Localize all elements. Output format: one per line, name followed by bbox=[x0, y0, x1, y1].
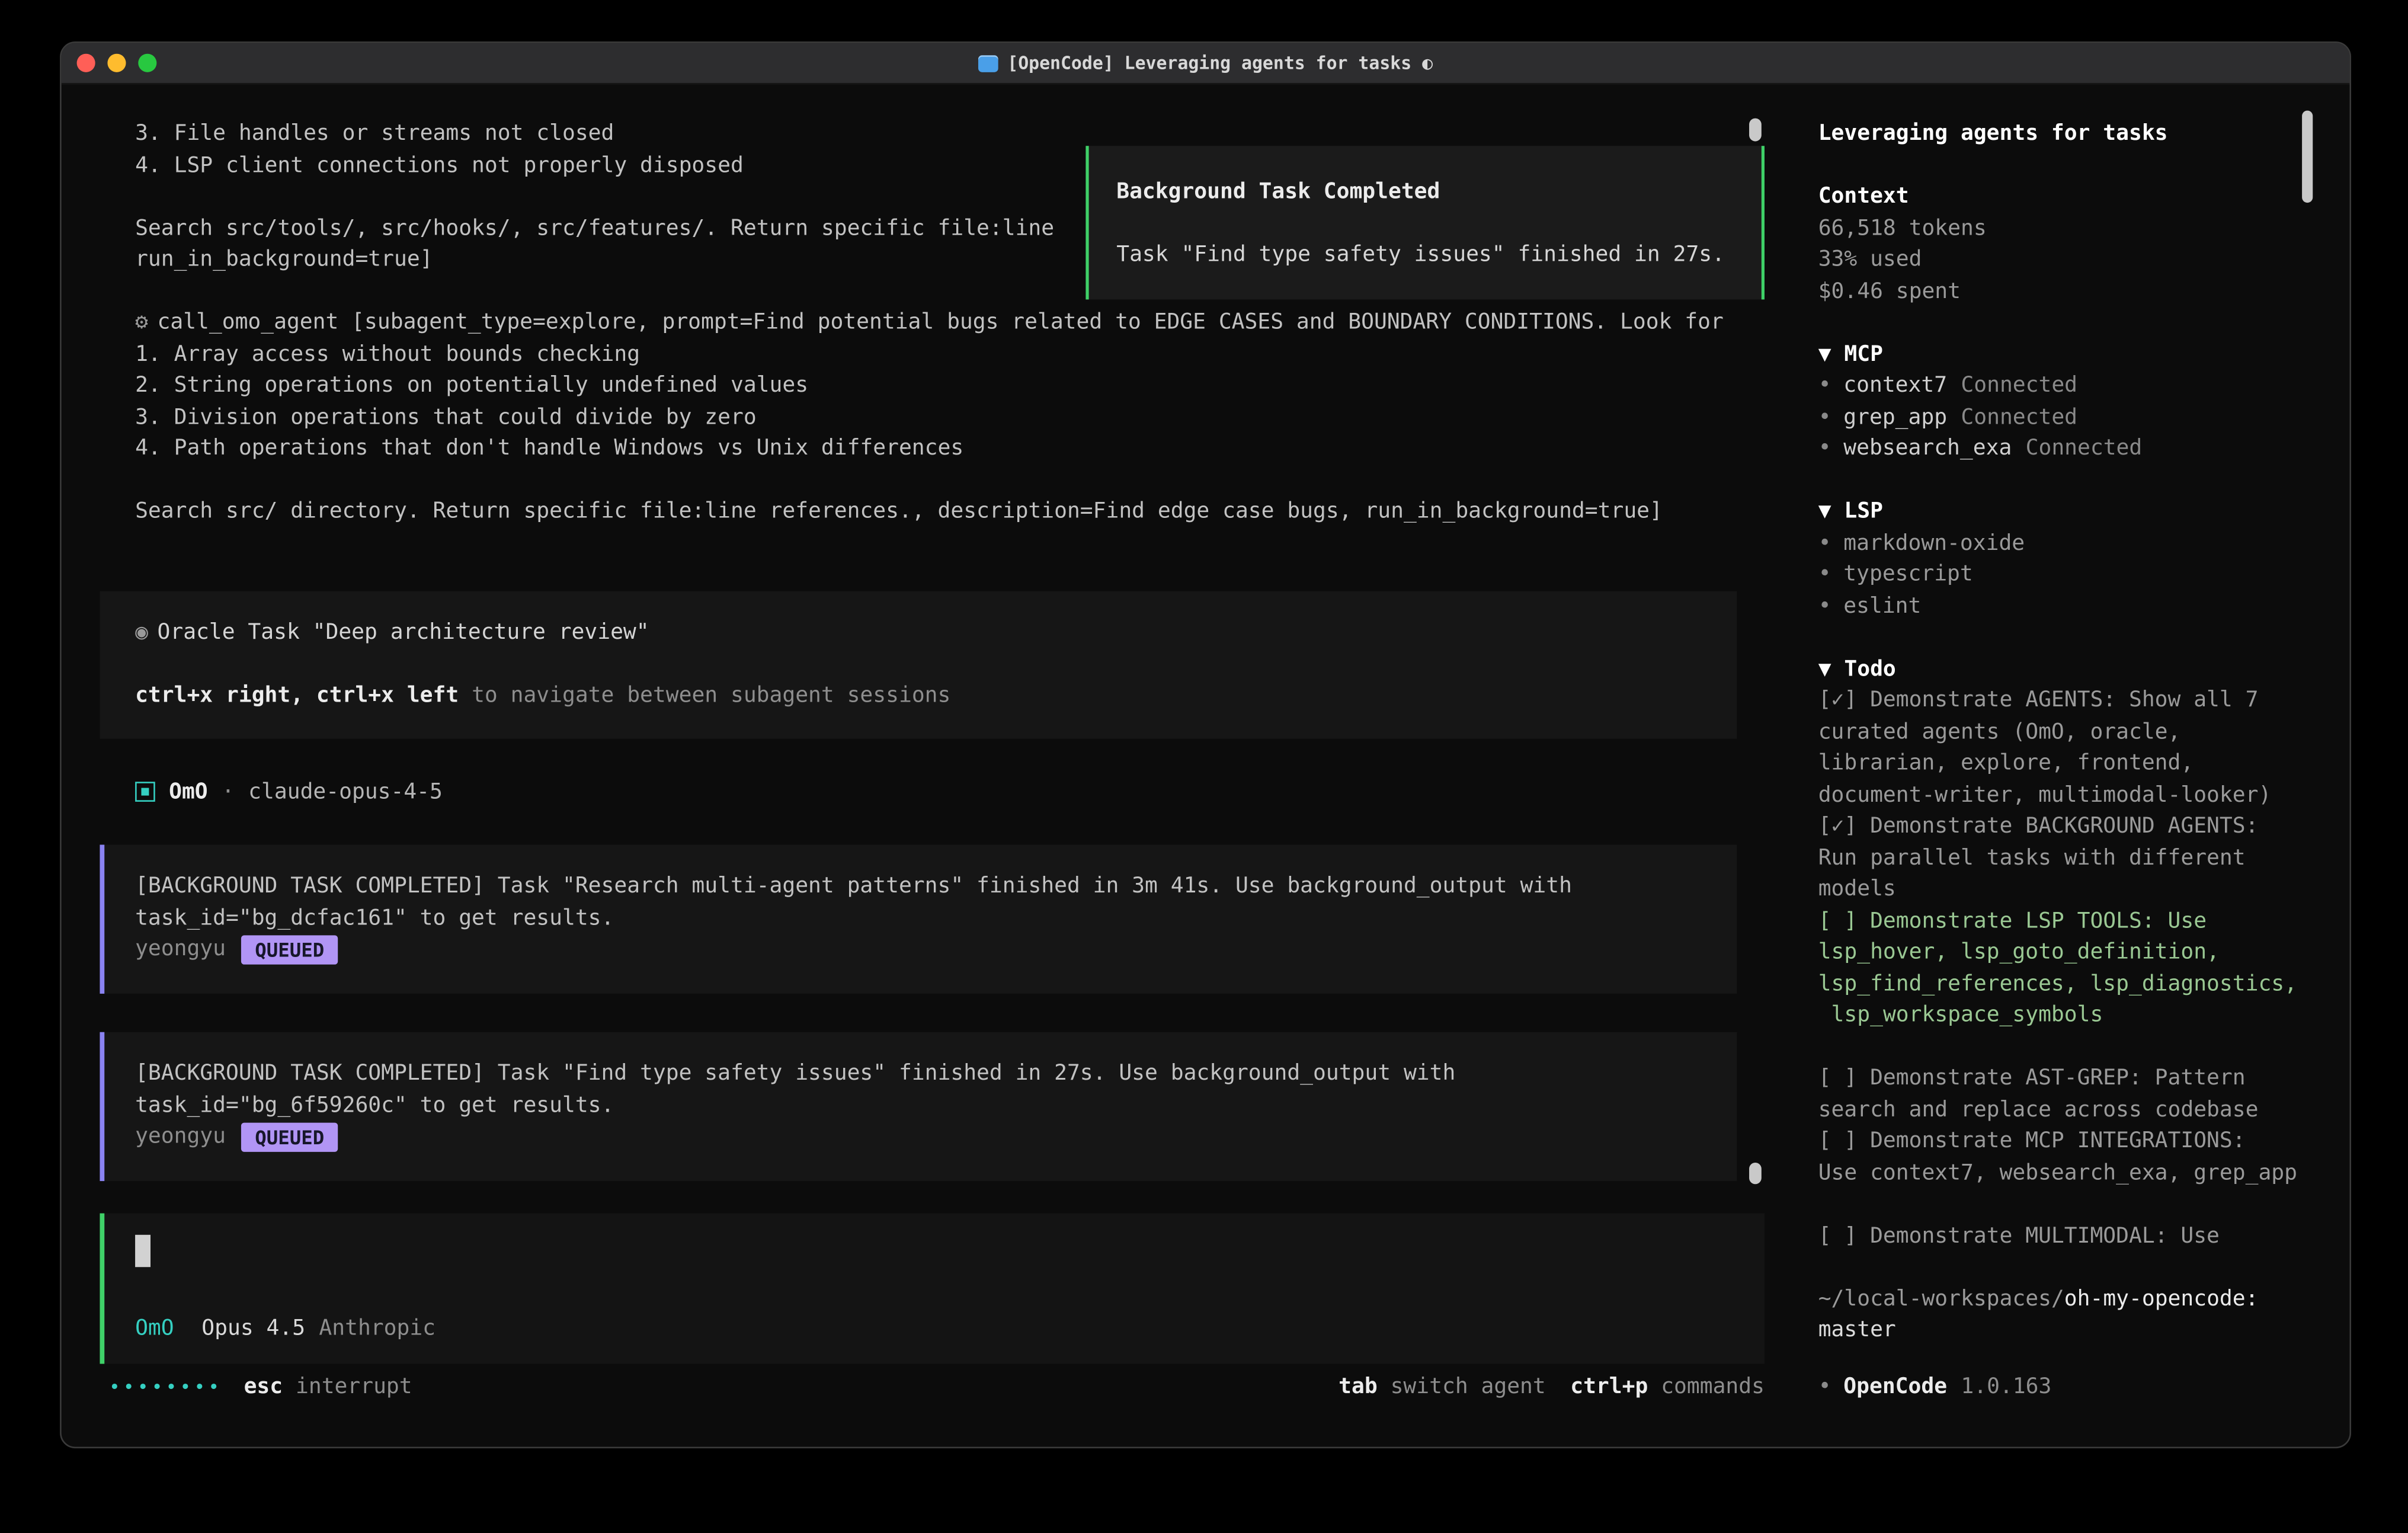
bullet-icon: • bbox=[1818, 594, 1831, 618]
zoom-button[interactable] bbox=[138, 54, 156, 72]
agent-square-icon bbox=[135, 782, 155, 802]
minimize-button[interactable] bbox=[107, 54, 126, 72]
mcp-section: ▼ MCP •context7Connected •grep_appConnec… bbox=[1818, 338, 2319, 465]
workspace-path: ~/local-workspaces/oh-my-opencode: maste… bbox=[1818, 1283, 2319, 1346]
task-message-line: [BACKGROUND TASK COMPLETED] Task "Resear… bbox=[135, 871, 1702, 902]
bullet-icon: • bbox=[1818, 436, 1831, 460]
todo-item: [✓] Demonstrate AGENTS: Show all 7 curat… bbox=[1818, 685, 2319, 811]
hint-keys: ctrl+x right, ctrl+x left bbox=[135, 683, 459, 707]
bullet-icon: • bbox=[1818, 405, 1831, 429]
background-task-toast: Background Task Completed Task "Find typ… bbox=[1085, 146, 1765, 299]
bullet-icon: • bbox=[1818, 373, 1831, 398]
context-section: Context 66,518 tokens 33% used $0.46 spe… bbox=[1818, 181, 2319, 308]
workspace-dir: ~/local-workspaces/ bbox=[1818, 1286, 2064, 1311]
app-version-footer: • OpenCode 1.0.163 bbox=[1818, 1371, 2319, 1402]
bullet-icon: • bbox=[1818, 562, 1831, 587]
context-tokens: 66,518 tokens bbox=[1818, 213, 2319, 244]
todo-section: ▼ Todo [✓] Demonstrate AGENTS: Show all … bbox=[1818, 654, 2319, 1252]
workspace-branch: master bbox=[1818, 1318, 1896, 1342]
input-provider-name: Anthropic bbox=[319, 1313, 436, 1344]
hint-text: to navigate between subagent sessions bbox=[459, 683, 950, 707]
lsp-item: •typescript bbox=[1818, 559, 2319, 590]
window-icon bbox=[978, 55, 998, 72]
oracle-task-panel: ◉Oracle Task "Deep architecture review" … bbox=[100, 591, 1737, 738]
text-cursor bbox=[135, 1235, 150, 1267]
mcp-item: •context7Connected bbox=[1818, 370, 2319, 402]
scrollbar-thumb[interactable] bbox=[1749, 119, 1762, 142]
lsp-item: •markdown-oxide bbox=[1818, 527, 2319, 559]
queued-badge: QUEUED bbox=[241, 935, 338, 964]
gear-icon: ⚙ bbox=[135, 311, 148, 335]
opencode-terminal-window: [OpenCode] Leveraging agents for tasks ◐… bbox=[60, 41, 2351, 1448]
prompt-input[interactable]: OmO Opus 4.5 Anthropic bbox=[100, 1214, 1765, 1364]
bullet-icon: • bbox=[1818, 1374, 1831, 1398]
bullet-icon: • bbox=[1818, 530, 1831, 555]
context-heading: Context bbox=[1818, 181, 2319, 213]
tool-call-item: 2. String operations on potentially unde… bbox=[100, 370, 1795, 402]
record-icon: ◉ bbox=[135, 620, 148, 644]
todo-item: [ ] Demonstrate AST-GREP: Pattern search… bbox=[1818, 1063, 2319, 1126]
window-title: [OpenCode] Leveraging agents for tasks ◐ bbox=[1007, 43, 1433, 83]
context-used: 33% used bbox=[1818, 244, 2319, 276]
background-task-message: [BACKGROUND TASK COMPLETED] Task "Find t… bbox=[100, 1032, 1737, 1181]
interrupt-hint: esc interrupt bbox=[244, 1371, 412, 1402]
switch-agent-hint: tab switch agent bbox=[1339, 1371, 1546, 1402]
spinner-dots-icon: •••••••• bbox=[109, 1371, 222, 1402]
mcp-item: •websearch_exaConnected bbox=[1818, 433, 2319, 465]
background-task-message: [BACKGROUND TASK COMPLETED] Task "Resear… bbox=[100, 844, 1737, 993]
oracle-task-title: ◉Oracle Task "Deep architecture review" bbox=[135, 617, 1702, 648]
toast-title: Background Task Completed bbox=[1116, 177, 1734, 208]
task-message-line: task_id="bg_dcfac161" to get results. bbox=[135, 902, 1702, 934]
lsp-section-heading[interactable]: ▼ LSP bbox=[1818, 496, 2319, 527]
tool-call-tail: Search src/ directory. Return specific f… bbox=[100, 496, 1795, 527]
scrollbar-thumb[interactable] bbox=[1749, 1163, 1762, 1184]
context-spent: $0.46 spent bbox=[1818, 276, 2319, 307]
task-user: yeongyu bbox=[135, 934, 226, 965]
status-bar: •••••••• esc interrupt tab switch agent … bbox=[100, 1371, 1795, 1402]
tool-call-line: ⚙ call_omo_agent [subagent_type=explore, … bbox=[100, 307, 1795, 338]
log-line: 3. File handles or streams not closed bbox=[100, 119, 1795, 150]
session-title: Leveraging agents for tasks bbox=[1818, 119, 2319, 150]
todo-item: [✓] Demonstrate BACKGROUND AGENTS: Run p… bbox=[1818, 811, 2319, 905]
close-button[interactable] bbox=[77, 54, 95, 72]
input-meta: OmO Opus 4.5 Anthropic bbox=[135, 1313, 1729, 1344]
tool-call-text: call_omo_agent [subagent_type=explore, p… bbox=[157, 311, 1723, 335]
toast-body: Task "Find type safety issues" finished … bbox=[1116, 239, 1734, 271]
conversation-pane[interactable]: Background Task Completed Task "Find typ… bbox=[62, 85, 1795, 1447]
todo-item: [ ] Demonstrate LSP TOOLS: Use lsp_hover… bbox=[1818, 905, 2319, 1032]
lsp-item: •eslint bbox=[1818, 591, 2319, 622]
todo-section-heading[interactable]: ▼ Todo bbox=[1818, 654, 2319, 685]
sidebar-scrollbar-thumb[interactable] bbox=[2302, 111, 2313, 203]
agent-model: claude-opus-4-5 bbox=[248, 776, 443, 808]
session-sidebar: Leveraging agents for tasks Context 66,5… bbox=[1795, 85, 2350, 1447]
agent-name: OmO bbox=[169, 776, 208, 808]
lsp-section: ▼ LSP •markdown-oxide •typescript •eslin… bbox=[1818, 496, 2319, 622]
workspace-project: oh-my-opencode: bbox=[2064, 1286, 2259, 1311]
queued-badge: QUEUED bbox=[241, 1122, 338, 1151]
input-agent-name: OmO bbox=[135, 1313, 174, 1344]
task-message-line: task_id="bg_6f59260c" to get results. bbox=[135, 1090, 1702, 1121]
mcp-item: •grep_appConnected bbox=[1818, 402, 2319, 433]
task-user: yeongyu bbox=[135, 1121, 226, 1153]
window-titlebar[interactable]: [OpenCode] Leveraging agents for tasks ◐ bbox=[62, 43, 2350, 85]
app-name: OpenCode bbox=[1843, 1374, 1947, 1398]
tool-call-item: 3. Division operations that could divide… bbox=[100, 402, 1795, 433]
app-version: 1.0.163 bbox=[1961, 1374, 2051, 1398]
tool-call-item: 4. Path operations that don't handle Win… bbox=[100, 433, 1795, 465]
commands-hint: ctrl+p commands bbox=[1570, 1371, 1765, 1402]
separator-dot: · bbox=[222, 776, 235, 808]
input-model-name: Opus 4.5 bbox=[201, 1313, 305, 1344]
task-message-line: [BACKGROUND TASK COMPLETED] Task "Find t… bbox=[135, 1058, 1702, 1090]
todo-item: [ ] Demonstrate MULTIMODAL: Use bbox=[1818, 1220, 2319, 1252]
todo-item: [ ] Demonstrate MCP INTEGRATIONS: Use co… bbox=[1818, 1126, 2319, 1189]
tool-call-item: 1. Array access without bounds checking bbox=[100, 338, 1795, 370]
navigation-hint: ctrl+x right, ctrl+x left to navigate be… bbox=[135, 680, 1702, 711]
traffic-lights bbox=[77, 43, 157, 83]
desktop: [OpenCode] Leveraging agents for tasks ◐… bbox=[0, 0, 2408, 1533]
mcp-section-heading[interactable]: ▼ MCP bbox=[1818, 338, 2319, 370]
agent-session-header: OmO · claude-opus-4-5 bbox=[100, 776, 1795, 808]
